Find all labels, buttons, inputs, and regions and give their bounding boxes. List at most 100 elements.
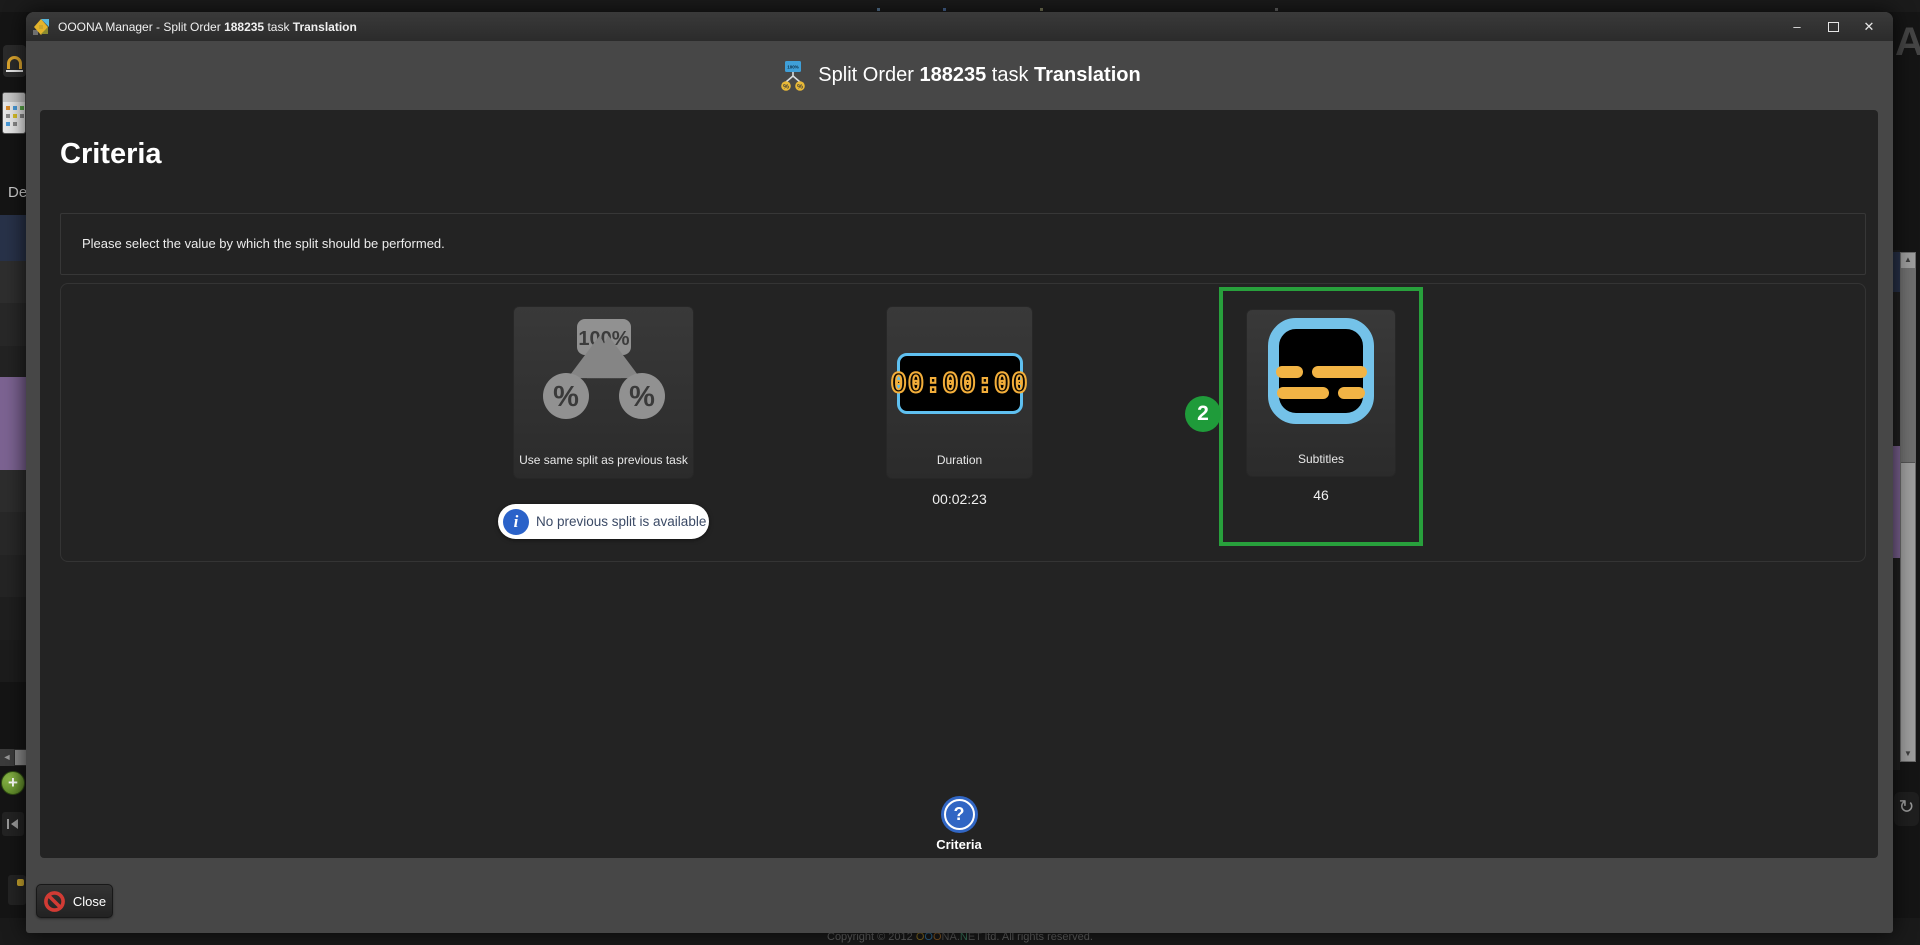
option-label: Duration <box>937 453 982 467</box>
svg-text:100%: 100% <box>578 328 629 350</box>
option-duration[interactable]: 00:00:00 Duration <box>886 306 1033 479</box>
app-logo-icon <box>32 18 50 36</box>
background-row <box>0 303 26 346</box>
background-row <box>0 215 26 261</box>
calendar-icon[interactable] <box>2 92 26 134</box>
scroll-up-button[interactable]: ▲ <box>1901 253 1915 267</box>
help-icon[interactable]: ? <box>941 796 978 833</box>
split-order-icon: 100% % % <box>778 60 808 92</box>
background-pixel <box>1275 8 1278 11</box>
calendar-dot <box>13 106 17 110</box>
home-icon[interactable] <box>3 45 26 77</box>
scroll-down-button[interactable]: ▼ <box>1901 747 1915 761</box>
svg-text:%: % <box>629 381 655 413</box>
percent-split-icon: 100% % % <box>524 319 684 419</box>
window-title: OOONA Manager - Split Order 188235 task … <box>58 20 357 34</box>
background-partial-text: De <box>8 184 27 201</box>
selection-step-badge: 2 <box>1185 396 1221 432</box>
background-mini-tile <box>8 875 26 905</box>
svg-text:100%: 100% <box>788 64 800 69</box>
background-pixel <box>877 8 880 11</box>
split-order-dialog: OOONA Manager - Split Order 188235 task … <box>26 12 1893 933</box>
calendar-dot <box>6 114 10 118</box>
calendar-dot <box>20 114 24 118</box>
background-row-selected <box>1893 446 1900 558</box>
info-icon: i <box>503 509 529 535</box>
svg-text:%: % <box>553 381 579 413</box>
option-subtitles[interactable]: Subtitles <box>1246 309 1396 477</box>
option-previous-split[interactable]: 100% % % Use same split as previous task <box>513 306 694 479</box>
add-button[interactable]: + <box>1 771 25 795</box>
calendar-dot <box>6 122 10 126</box>
refresh-icon[interactable]: ↻ <box>1894 792 1919 826</box>
prohibit-icon <box>43 890 66 913</box>
yellow-dot <box>17 879 24 886</box>
arch-shape <box>7 56 22 69</box>
background-row <box>0 597 26 640</box>
instruction-text: Please select the value by which the spl… <box>82 236 445 251</box>
subtitle-bar <box>1312 366 1367 378</box>
calendar-dot <box>13 122 17 126</box>
background-row <box>0 640 26 682</box>
selected-option-outline: Subtitles 46 <box>1219 287 1423 546</box>
background-row <box>0 470 26 512</box>
subtitles-icon <box>1268 318 1374 424</box>
background-row-selected <box>0 377 26 470</box>
background-pixel <box>943 8 946 11</box>
background-app-right-sliver: A ▲ ▼ ↻ <box>1893 12 1920 945</box>
background-row <box>0 261 26 303</box>
subtitle-bar <box>1277 387 1329 399</box>
calendar-header <box>3 93 25 102</box>
background-row <box>1893 252 1900 292</box>
wizard-step-label: Criteria <box>936 837 982 852</box>
dialog-content: Criteria Please select the value by whic… <box>40 110 1878 858</box>
svg-text:%: % <box>783 83 789 90</box>
maximize-icon <box>1828 22 1839 32</box>
subtitle-bar <box>1276 366 1303 378</box>
close-button-label: Close <box>73 894 106 909</box>
dialog-titlebar[interactable]: OOONA Manager - Split Order 188235 task … <box>26 12 1893 41</box>
skip-bar <box>7 819 9 829</box>
skip-to-start-button[interactable] <box>2 812 24 836</box>
background-big-letter: A <box>1895 20 1920 65</box>
page-title: Criteria <box>60 138 162 171</box>
subtitle-bar <box>1338 387 1365 399</box>
question-glyph: ? <box>954 804 965 825</box>
horizontal-scrollbar[interactable]: ◄ <box>0 749 26 766</box>
scrollbar-thumb[interactable] <box>15 750 26 765</box>
background-pixel <box>1040 8 1043 11</box>
dialog-title: Split Order 188235 task Translation <box>818 64 1140 87</box>
background-row <box>0 512 26 555</box>
dialog-header: 100% % % Split Order 188235 task Transla… <box>26 41 1893 110</box>
clock-digits: 00:00:00 <box>890 368 1028 399</box>
calendar-dot <box>20 106 24 110</box>
subtitle-bar-row <box>1276 366 1367 378</box>
minimize-button[interactable]: – <box>1779 15 1815 39</box>
close-button[interactable]: Close <box>36 884 113 918</box>
dialog-footer: Close <box>26 858 1893 933</box>
background-app-left-sliver: De ◄ + <box>0 12 26 945</box>
skip-triangle <box>11 819 18 829</box>
subtitles-value: 46 <box>1246 487 1396 503</box>
background-row-strip <box>1893 250 1900 770</box>
background-row <box>0 555 26 597</box>
maximize-button[interactable] <box>1815 15 1851 39</box>
split-options-panel: 100% % % Use same split as previous task… <box>60 283 1866 562</box>
calendar-dot <box>6 106 10 110</box>
background-app-top-strip <box>0 0 1920 12</box>
subtitle-bar-row <box>1277 387 1365 399</box>
wizard-step-indicator: ? Criteria <box>40 796 1878 852</box>
duration-value: 00:02:23 <box>886 491 1033 507</box>
option-label: Use same split as previous task <box>519 453 688 467</box>
window-controls: – ✕ <box>1779 15 1887 39</box>
close-window-button[interactable]: ✕ <box>1851 15 1887 39</box>
instruction-panel: Please select the value by which the spl… <box>60 213 1866 275</box>
no-previous-split-tooltip: i No previous split is available <box>498 504 709 539</box>
scrollbar-thumb[interactable] <box>1901 268 1915 463</box>
digital-clock-icon: 00:00:00 <box>897 353 1023 414</box>
scroll-left-button[interactable]: ◄ <box>0 749 14 766</box>
screen: De ◄ + A ▲ ▼ ↻ <box>0 0 1920 945</box>
svg-text:%: % <box>797 83 803 90</box>
vertical-scrollbar[interactable]: ▲ ▼ <box>1900 252 1916 762</box>
calendar-dot <box>13 114 17 118</box>
